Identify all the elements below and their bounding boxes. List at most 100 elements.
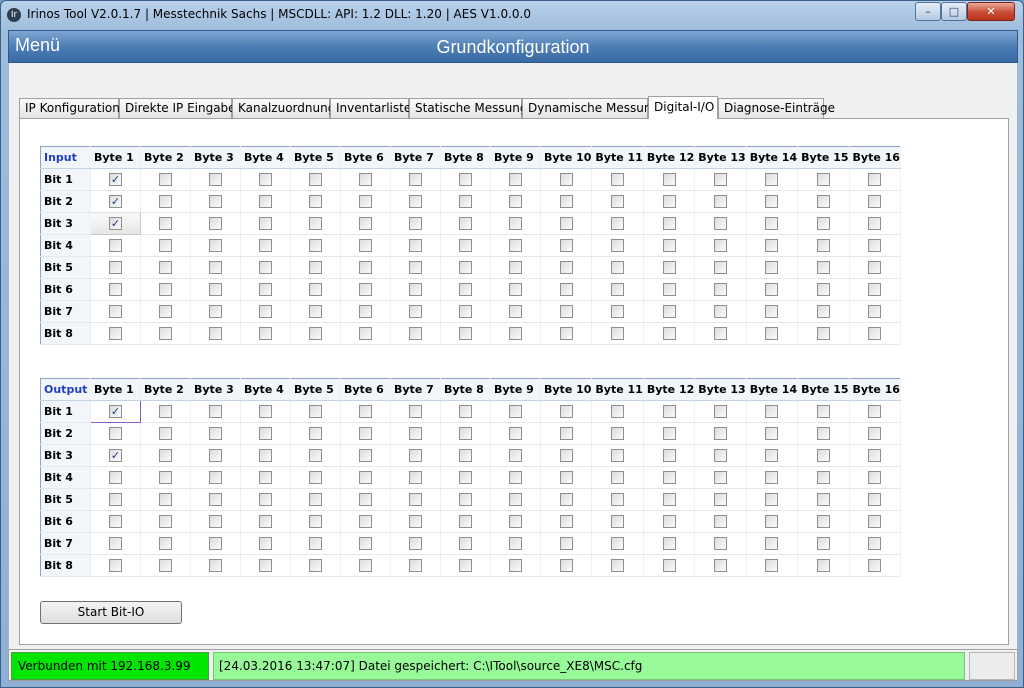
tab-ip-konfiguration[interactable]: IP Konfiguration bbox=[19, 98, 120, 118]
output-checkbox[interactable] bbox=[559, 405, 573, 419]
output-checkbox[interactable] bbox=[611, 537, 625, 551]
input-checkbox[interactable] bbox=[713, 327, 727, 341]
output-checkbox[interactable] bbox=[459, 427, 472, 441]
output-checkbox[interactable] bbox=[409, 427, 422, 441]
input-checkbox[interactable] bbox=[109, 283, 122, 297]
input-checkbox[interactable] bbox=[109, 261, 122, 275]
output-checkbox[interactable] bbox=[359, 559, 372, 573]
input-checkbox[interactable] bbox=[765, 283, 779, 297]
input-checkbox[interactable] bbox=[816, 217, 830, 231]
input-checkbox[interactable] bbox=[259, 173, 272, 187]
input-checkbox[interactable] bbox=[359, 283, 372, 297]
input-checkbox[interactable] bbox=[816, 305, 830, 319]
output-checkbox[interactable] bbox=[765, 537, 779, 551]
input-checkbox[interactable] bbox=[259, 261, 272, 275]
input-checkbox[interactable]: ✓ bbox=[109, 195, 122, 209]
output-checkbox[interactable] bbox=[459, 559, 472, 573]
input-checkbox[interactable] bbox=[459, 261, 472, 275]
output-checkbox[interactable] bbox=[459, 405, 472, 419]
output-checkbox[interactable] bbox=[509, 427, 522, 441]
input-checkbox[interactable] bbox=[816, 327, 830, 341]
output-checkbox[interactable] bbox=[409, 405, 422, 419]
input-checkbox[interactable] bbox=[159, 261, 172, 275]
input-checkbox[interactable] bbox=[259, 239, 272, 253]
input-checkbox[interactable] bbox=[611, 239, 625, 253]
input-checkbox[interactable] bbox=[259, 305, 272, 319]
output-checkbox[interactable] bbox=[713, 405, 727, 419]
input-checkbox[interactable] bbox=[868, 305, 882, 319]
input-checkbox[interactable] bbox=[109, 305, 122, 319]
input-checkbox[interactable] bbox=[159, 239, 172, 253]
tab-statische-messung[interactable]: Statische Messung bbox=[409, 98, 527, 118]
output-checkbox[interactable] bbox=[409, 471, 422, 485]
input-checkbox[interactable] bbox=[868, 327, 882, 341]
output-checkbox[interactable] bbox=[209, 515, 222, 529]
output-checkbox[interactable] bbox=[409, 493, 422, 507]
input-checkbox[interactable] bbox=[409, 195, 422, 209]
input-checkbox[interactable] bbox=[459, 327, 472, 341]
input-checkbox[interactable] bbox=[868, 173, 882, 187]
output-checkbox[interactable] bbox=[713, 471, 727, 485]
input-checkbox[interactable] bbox=[159, 195, 172, 209]
output-checkbox[interactable] bbox=[109, 559, 122, 573]
output-checkbox[interactable] bbox=[816, 493, 830, 507]
output-checkbox[interactable] bbox=[259, 537, 272, 551]
input-checkbox[interactable] bbox=[611, 261, 625, 275]
output-checkbox[interactable] bbox=[662, 471, 676, 485]
output-checkbox[interactable] bbox=[259, 559, 272, 573]
output-checkbox[interactable] bbox=[509, 515, 522, 529]
output-checkbox[interactable] bbox=[559, 537, 573, 551]
output-checkbox[interactable] bbox=[765, 471, 779, 485]
output-checkbox[interactable] bbox=[816, 537, 830, 551]
input-checkbox[interactable] bbox=[309, 305, 322, 319]
input-checkbox[interactable] bbox=[868, 217, 882, 231]
input-checkbox[interactable] bbox=[459, 305, 472, 319]
output-checkbox[interactable] bbox=[209, 405, 222, 419]
input-checkbox[interactable] bbox=[459, 283, 472, 297]
output-checkbox[interactable] bbox=[209, 493, 222, 507]
output-checkbox[interactable] bbox=[509, 559, 522, 573]
input-checkbox[interactable] bbox=[159, 173, 172, 187]
output-checkbox[interactable] bbox=[309, 449, 322, 463]
input-checkbox[interactable] bbox=[559, 239, 573, 253]
output-checkbox[interactable] bbox=[309, 427, 322, 441]
input-checkbox[interactable] bbox=[159, 283, 172, 297]
input-checkbox[interactable] bbox=[209, 261, 222, 275]
input-checkbox[interactable] bbox=[409, 327, 422, 341]
output-checkbox[interactable] bbox=[359, 493, 372, 507]
output-checkbox[interactable] bbox=[816, 405, 830, 419]
output-checkbox[interactable] bbox=[309, 493, 322, 507]
input-checkbox[interactable] bbox=[765, 305, 779, 319]
input-checkbox[interactable] bbox=[309, 283, 322, 297]
output-checkbox[interactable] bbox=[209, 449, 222, 463]
output-checkbox[interactable] bbox=[662, 493, 676, 507]
input-checkbox[interactable] bbox=[816, 173, 830, 187]
input-checkbox[interactable] bbox=[259, 217, 272, 231]
input-checkbox[interactable] bbox=[611, 327, 625, 341]
output-checkbox[interactable] bbox=[109, 537, 122, 551]
input-checkbox[interactable] bbox=[459, 239, 472, 253]
output-checkbox[interactable] bbox=[611, 427, 625, 441]
input-checkbox[interactable] bbox=[765, 173, 779, 187]
input-checkbox[interactable] bbox=[459, 195, 472, 209]
input-checkbox[interactable] bbox=[509, 327, 522, 341]
output-checkbox[interactable] bbox=[868, 471, 882, 485]
output-checkbox[interactable] bbox=[359, 537, 372, 551]
input-checkbox[interactable] bbox=[765, 261, 779, 275]
input-checkbox[interactable] bbox=[509, 217, 522, 231]
output-checkbox[interactable] bbox=[409, 515, 422, 529]
output-checkbox[interactable] bbox=[868, 493, 882, 507]
output-checkbox[interactable] bbox=[159, 405, 172, 419]
output-checkbox[interactable] bbox=[662, 427, 676, 441]
output-checkbox[interactable] bbox=[816, 449, 830, 463]
output-checkbox[interactable] bbox=[209, 537, 222, 551]
output-checkbox[interactable] bbox=[159, 449, 172, 463]
input-checkbox[interactable] bbox=[209, 239, 222, 253]
output-checkbox[interactable] bbox=[509, 537, 522, 551]
input-checkbox[interactable] bbox=[509, 173, 522, 187]
input-checkbox[interactable] bbox=[509, 305, 522, 319]
output-checkbox[interactable] bbox=[359, 449, 372, 463]
input-checkbox[interactable] bbox=[868, 261, 882, 275]
input-checkbox[interactable] bbox=[159, 305, 172, 319]
output-checkbox[interactable] bbox=[765, 559, 779, 573]
